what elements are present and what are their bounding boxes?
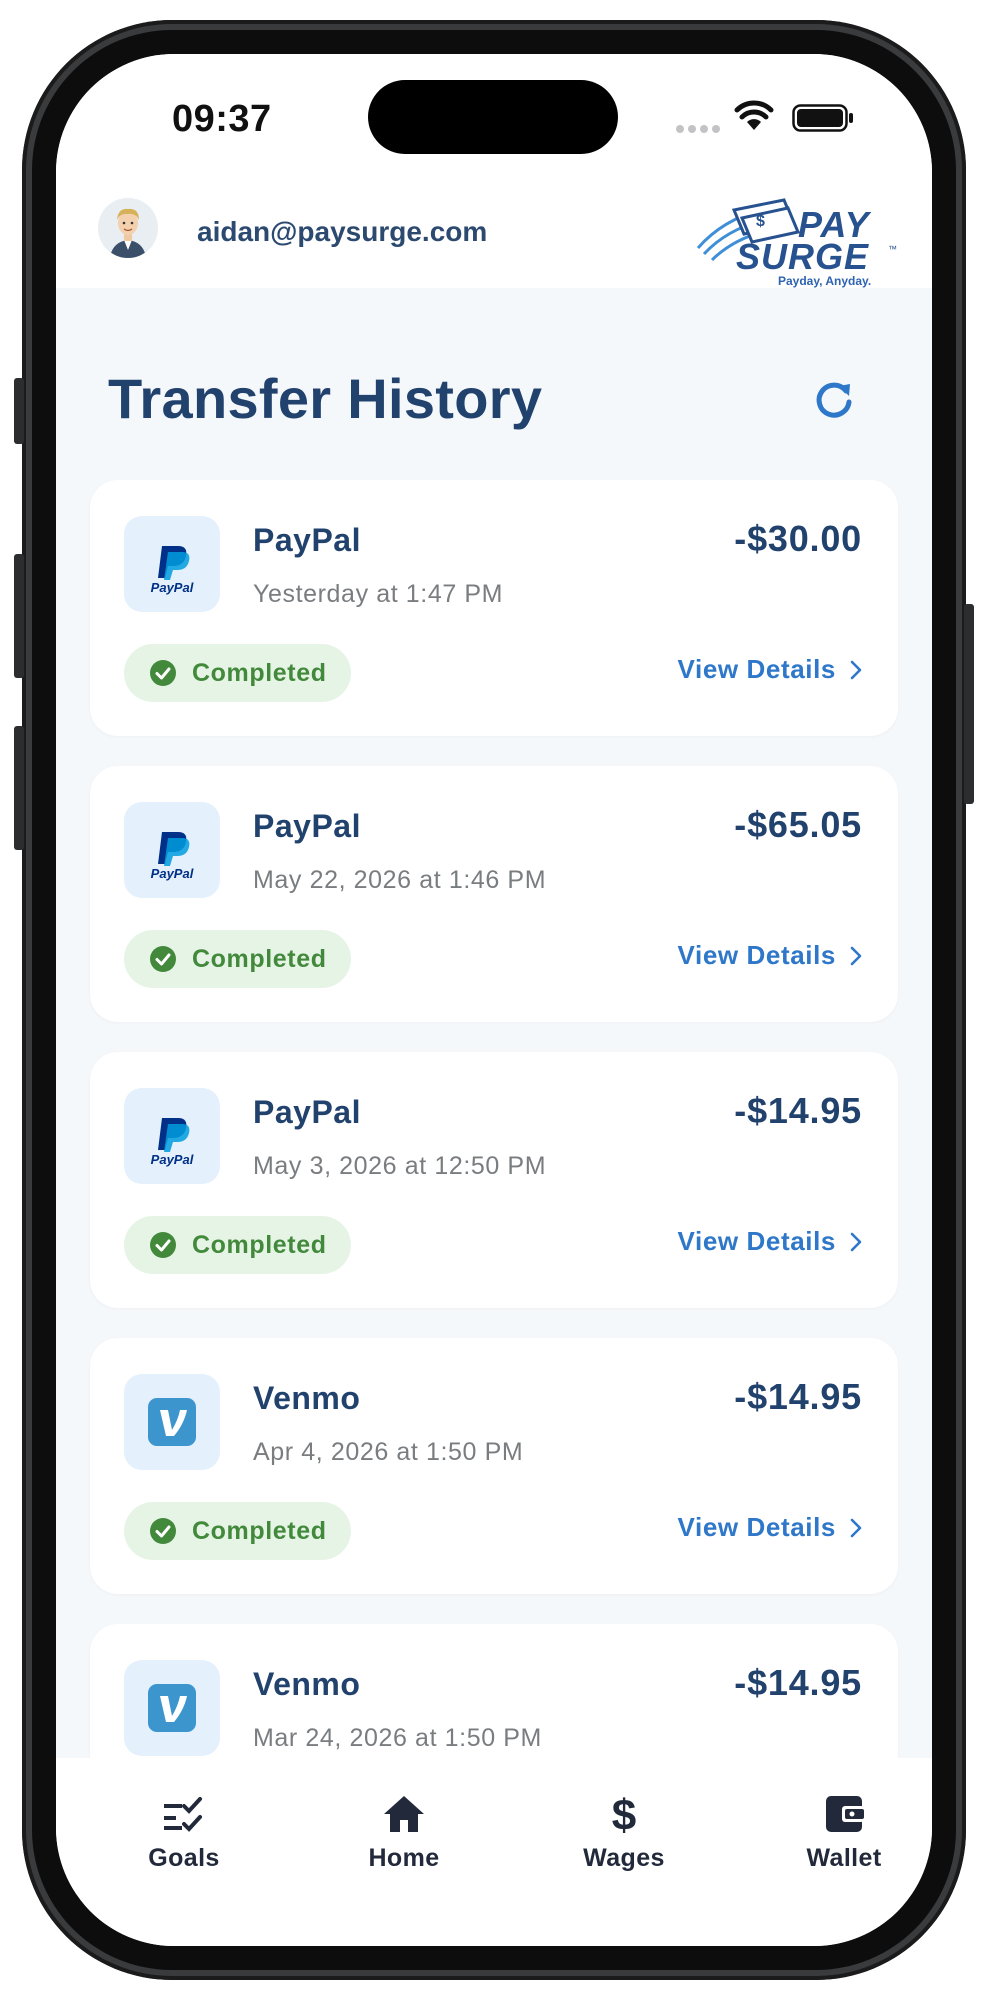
venmo-icon bbox=[148, 1684, 196, 1732]
status-time: 09:37 bbox=[172, 98, 272, 140]
check-circle-icon bbox=[150, 1232, 176, 1258]
app-header: aidan@paysurge.com $ PAY SURGE ™ Payday,… bbox=[56, 194, 932, 288]
venmo-icon bbox=[148, 1398, 196, 1446]
page-title: Transfer History bbox=[108, 367, 543, 430]
paypal-icon: PayPal bbox=[151, 546, 194, 595]
status-badge: Completed bbox=[124, 644, 351, 702]
nav-wallet[interactable]: Wallet bbox=[764, 1794, 924, 1873]
view-details-link[interactable]: View Details bbox=[678, 1226, 862, 1257]
transfer-date: Mar 24, 2026 at 1:50 PM bbox=[253, 1724, 542, 1752]
check-circle-icon bbox=[150, 660, 176, 686]
power-button bbox=[964, 604, 974, 804]
volume-up-button bbox=[14, 554, 24, 678]
provider-name: PayPal bbox=[253, 808, 361, 844]
check-circle-icon bbox=[150, 1518, 176, 1544]
transfer-card[interactable]: Venmo -$14.95 Apr 4, 2026 at 1:50 PM Com… bbox=[90, 1338, 898, 1594]
status-badge: Completed bbox=[124, 1216, 351, 1274]
chevron-right-icon bbox=[850, 660, 862, 679]
paypal-icon: PayPal bbox=[151, 832, 194, 881]
avatar-illustration-icon bbox=[98, 198, 158, 258]
view-details-link[interactable]: View Details bbox=[678, 1512, 862, 1543]
check-circle-icon bbox=[150, 946, 176, 972]
wallet-icon bbox=[826, 1796, 864, 1832]
transfer-amount: -$14.95 bbox=[734, 1090, 862, 1131]
cellular-signal-icon bbox=[676, 120, 724, 138]
nav-home[interactable]: Home bbox=[324, 1794, 484, 1873]
transfer-amount: -$65.05 bbox=[734, 804, 862, 845]
svg-text:$: $ bbox=[756, 213, 765, 230]
view-details-label: View Details bbox=[677, 1512, 836, 1542]
provider-tile bbox=[124, 1374, 220, 1470]
transfer-date: Apr 4, 2026 at 1:50 PM bbox=[253, 1438, 524, 1466]
provider-name: PayPal bbox=[253, 1094, 361, 1130]
provider-tile: PayPal bbox=[124, 516, 220, 612]
status-badge: Completed bbox=[124, 1502, 351, 1560]
paypal-icon: PayPal bbox=[151, 1118, 194, 1167]
view-details-link[interactable]: View Details bbox=[678, 940, 862, 971]
transfer-list: PayPal PayPal -$30.00 Yesterday at 1:47 … bbox=[90, 480, 898, 1910]
nav-goals[interactable]: Goals bbox=[104, 1794, 264, 1873]
nav-wages[interactable]: $ Wages bbox=[544, 1794, 704, 1873]
paysurge-logo: $ PAY SURGE ™ Payday, Anyday. bbox=[694, 194, 900, 288]
transfer-card[interactable]: PayPal PayPal -$30.00 Yesterday at 1:47 … bbox=[90, 480, 898, 736]
transfer-date: May 3, 2026 at 12:50 PM bbox=[253, 1152, 547, 1180]
dollar-icon: $ bbox=[612, 1794, 636, 1834]
refresh-icon[interactable] bbox=[812, 378, 856, 422]
view-details-label: View Details bbox=[677, 1226, 836, 1256]
status-label: Completed bbox=[192, 1230, 327, 1259]
nav-home-label: Home bbox=[368, 1844, 440, 1872]
transfer-amount: -$30.00 bbox=[734, 518, 862, 559]
user-avatar[interactable] bbox=[98, 198, 158, 258]
chevron-right-icon bbox=[850, 1518, 862, 1537]
nav-wages-label: Wages bbox=[583, 1844, 665, 1872]
transfer-card[interactable]: PayPal PayPal -$14.95 May 3, 2026 at 12:… bbox=[90, 1052, 898, 1308]
chevron-right-icon bbox=[850, 946, 862, 965]
nav-wallet-label: Wallet bbox=[806, 1844, 882, 1872]
logo-word-surge: SURGE bbox=[736, 236, 870, 277]
action-button bbox=[14, 378, 24, 444]
goals-checklist-icon bbox=[164, 1797, 202, 1832]
view-details-label: View Details bbox=[677, 654, 836, 684]
logo-tagline: Payday, Anyday. bbox=[778, 274, 872, 288]
svg-text:$: $ bbox=[612, 1794, 636, 1834]
provider-tile: PayPal bbox=[124, 1088, 220, 1184]
svg-text:PayPal: PayPal bbox=[151, 866, 194, 881]
provider-name: PayPal bbox=[253, 522, 361, 558]
provider-name: Venmo bbox=[253, 1380, 361, 1416]
svg-text:PayPal: PayPal bbox=[151, 1152, 194, 1167]
status-label: Completed bbox=[192, 1516, 327, 1545]
phone-screen: 09:37 aidan@paysurge.com $ PAY SURGE ™ P… bbox=[56, 54, 932, 1946]
volume-down-button bbox=[14, 726, 24, 850]
transfer-card[interactable]: PayPal PayPal -$65.05 May 22, 2026 at 1:… bbox=[90, 766, 898, 1022]
view-details-label: View Details bbox=[677, 940, 836, 970]
transfer-amount: -$14.95 bbox=[734, 1376, 862, 1417]
bottom-navigation: Goals Home $ Wages Wallet bbox=[56, 1758, 932, 1946]
home-icon bbox=[384, 1796, 424, 1832]
transfer-date: May 22, 2026 at 1:46 PM bbox=[253, 866, 547, 894]
wifi-icon bbox=[734, 100, 774, 130]
svg-text:PayPal: PayPal bbox=[151, 580, 194, 595]
transfer-date: Yesterday at 1:47 PM bbox=[253, 580, 504, 608]
provider-tile bbox=[124, 1660, 220, 1756]
chevron-right-icon bbox=[850, 1232, 862, 1251]
status-bar: 09:37 bbox=[56, 54, 932, 194]
battery-icon bbox=[792, 104, 853, 132]
status-badge: Completed bbox=[124, 930, 351, 988]
provider-tile: PayPal bbox=[124, 802, 220, 898]
dynamic-island bbox=[368, 80, 618, 154]
provider-name: Venmo bbox=[253, 1666, 361, 1702]
view-details-link[interactable]: View Details bbox=[678, 654, 862, 685]
nav-goals-label: Goals bbox=[148, 1844, 220, 1872]
status-label: Completed bbox=[192, 658, 327, 687]
user-email: aidan@paysurge.com bbox=[197, 216, 488, 247]
transfer-amount: -$14.95 bbox=[734, 1662, 862, 1703]
logo-trademark: ™ bbox=[888, 244, 897, 254]
status-label: Completed bbox=[192, 944, 327, 973]
